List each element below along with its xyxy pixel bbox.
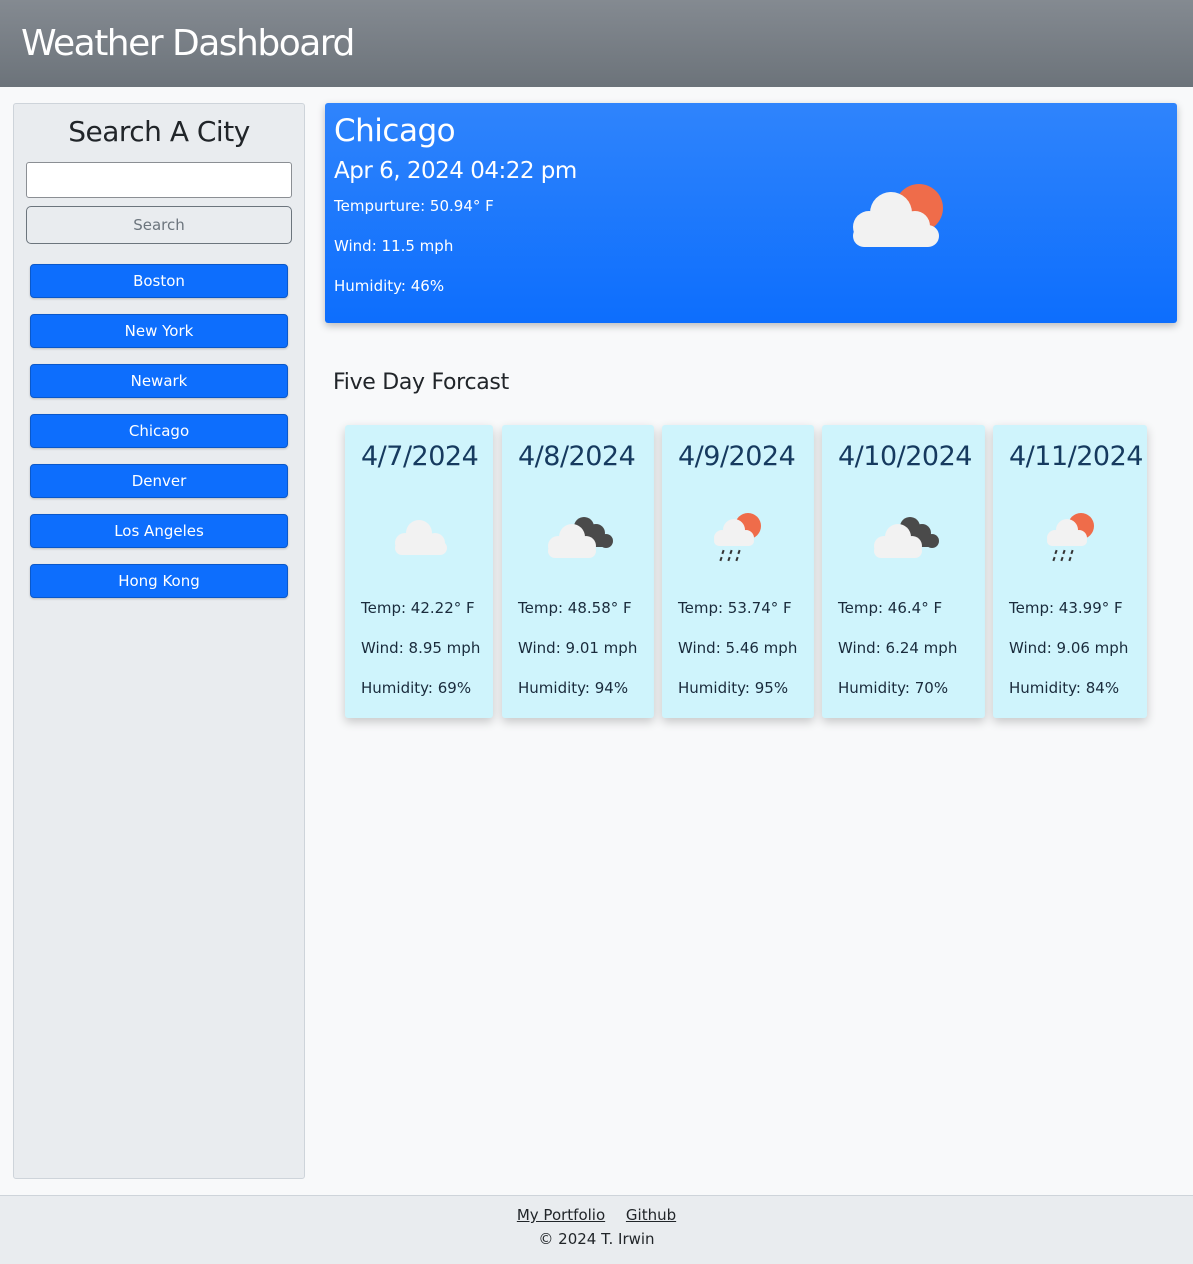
forecast-wind: Wind: 6.24 mph [838,639,958,657]
forecast-date: 4/11/2024 [1009,441,1143,472]
history-city-button[interactable]: New York [30,314,288,348]
broken-clouds-icon [518,475,638,598]
current-weather-card: Chicago Apr 6, 2024 04:22 pm Tempurture:… [325,103,1177,323]
forecast-card: 4/9/2024 Temp: 53.74° F Wind: 5.46 mph H… [662,425,814,718]
forecast-wind: Wind: 9.01 mph [518,639,638,657]
forecast-wind: Wind: 8.95 mph [361,639,481,657]
forecast-wind: Wind: 5.46 mph [678,639,798,657]
forecast-temperature: Temp: 43.99° F [1009,599,1123,617]
forecast-temperature: Temp: 42.22° F [361,599,475,617]
forecast-humidity: Humidity: 94% [518,679,629,697]
search-sidebar: Search A City Search Boston New York New… [13,103,305,1179]
rain-sun-icon [678,475,798,598]
page-title: Weather Dashboard [21,23,355,64]
current-city-name: Chicago [334,113,456,149]
search-history-list: Boston New York Newark Chicago Denver Lo… [26,264,292,598]
forecast-temperature: Temp: 48.58° F [518,599,632,617]
city-search-input[interactable] [26,162,292,198]
forecast-humidity: Humidity: 84% [1009,679,1120,697]
forecast-wind: Wind: 9.06 mph [1009,639,1129,657]
forecast-date: 4/9/2024 [678,441,796,472]
cloud-icon [361,475,477,598]
search-button[interactable]: Search [26,206,292,244]
forecast-humidity: Humidity: 95% [678,679,789,697]
broken-clouds-icon [838,475,969,598]
forecast-temperature: Temp: 46.4° F [838,599,943,617]
copyright-text: © 2024 T. Irwin [538,1230,655,1248]
github-link[interactable]: Github [626,1206,676,1224]
history-city-button[interactable]: Boston [30,264,288,298]
forecast-card: 4/11/2024 Temp: 43.99° F Wind: 9.06 mph … [993,425,1147,718]
current-temperature: Tempurture: 50.94° F [334,197,494,215]
forecast-humidity: Humidity: 69% [361,679,472,697]
current-wind: Wind: 11.5 mph [334,237,454,255]
forecast-date: 4/7/2024 [361,441,479,472]
history-city-button[interactable]: Denver [30,464,288,498]
forecast-title: Five Day Forcast [333,370,509,395]
forecast-date: 4/8/2024 [518,441,636,472]
rain-sun-icon [1009,475,1131,598]
page-footer: My Portfolio Github © 2024 T. Irwin [0,1195,1193,1264]
forecast-temperature: Temp: 53.74° F [678,599,792,617]
footer-links: My Portfolio Github [0,1206,1193,1224]
history-city-button[interactable]: Hong Kong [30,564,288,598]
search-title: Search A City [68,115,250,148]
history-city-button[interactable]: Chicago [30,414,288,448]
current-datetime: Apr 6, 2024 04:22 pm [334,158,577,184]
current-humidity: Humidity: 46% [334,277,445,295]
page-header: Weather Dashboard [0,0,1193,87]
forecast-date: 4/10/2024 [838,441,972,472]
history-city-button[interactable]: Newark [30,364,288,398]
partly-cloudy-icon [845,179,949,257]
forecast-card: 4/10/2024 Temp: 46.4° F Wind: 6.24 mph H… [822,425,985,718]
history-city-button[interactable]: Los Angeles [30,514,288,548]
forecast-card: 4/7/2024 Temp: 42.22° F Wind: 8.95 mph H… [345,425,493,718]
portfolio-link[interactable]: My Portfolio [517,1206,605,1224]
forecast-card: 4/8/2024 Temp: 48.58° F Wind: 9.01 mph H… [502,425,654,718]
forecast-humidity: Humidity: 70% [838,679,949,697]
